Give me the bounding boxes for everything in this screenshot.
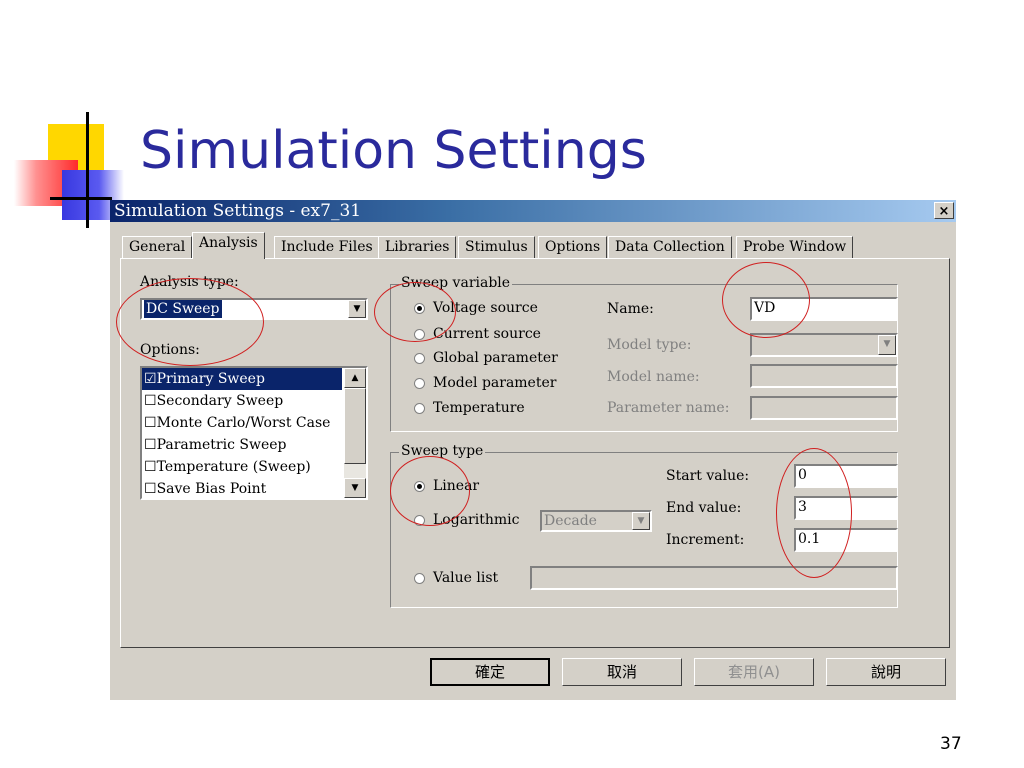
radio-value-list[interactable]: Value list — [414, 570, 498, 586]
list-item[interactable]: ☐Parametric Sweep — [142, 434, 342, 456]
cancel-button[interactable]: 取消 — [562, 658, 682, 686]
help-button[interactable]: 說明 — [826, 658, 946, 686]
annotation-circle-voltage-source — [374, 282, 456, 342]
slide-title: Simulation Settings — [140, 121, 647, 181]
radio-icon[interactable] — [414, 377, 425, 389]
scroll-up-icon[interactable]: ▲ — [344, 368, 366, 388]
radio-model-parameter[interactable]: Model parameter — [414, 375, 556, 391]
start-value-label: Start value: — [666, 468, 750, 484]
options-listbox[interactable]: ☑Primary Sweep ☐Secondary Sweep ☐Monte C… — [140, 366, 368, 500]
list-item[interactable]: ☐Temperature (Sweep) — [142, 456, 342, 478]
close-button[interactable]: × — [934, 202, 954, 219]
tab-options[interactable]: Options — [538, 236, 608, 258]
end-value-label: End value: — [666, 500, 742, 516]
decor-vertical-line — [86, 112, 89, 228]
annotation-circle-analysis-type — [116, 278, 264, 366]
simulation-settings-dialog: Simulation Settings - ex7_31 × General A… — [110, 200, 956, 700]
page-number: 37 — [940, 734, 962, 754]
checkbox-icon[interactable]: ☑ — [144, 371, 157, 387]
annotation-circle-name — [722, 262, 810, 338]
decor-horizontal-line — [50, 197, 112, 200]
radio-icon[interactable] — [414, 352, 425, 364]
list-item[interactable]: ☑Primary Sweep — [142, 368, 342, 390]
checkbox-icon[interactable]: ☐ — [144, 393, 157, 409]
sweep-type-title: Sweep type — [399, 443, 486, 459]
name-label: Name: — [607, 301, 654, 317]
checkbox-icon[interactable]: ☐ — [144, 415, 157, 431]
dropdown-arrow-icon[interactable]: ▼ — [632, 512, 650, 530]
log-scale-select[interactable]: Decade ▼ — [540, 510, 652, 532]
scroll-down-icon[interactable]: ▼ — [344, 478, 366, 498]
parameter-name-label: Parameter name: — [607, 400, 730, 416]
tab-include-files[interactable]: Include Files — [274, 236, 380, 258]
tab-data-collection[interactable]: Data Collection — [608, 236, 732, 258]
options-scrollbar[interactable]: ▲ ▼ — [344, 368, 366, 498]
radio-icon[interactable] — [414, 402, 425, 414]
radio-icon[interactable] — [414, 572, 425, 584]
radio-global-parameter[interactable]: Global parameter — [414, 350, 558, 366]
radio-temperature[interactable]: Temperature — [414, 400, 525, 416]
tab-analysis[interactable]: Analysis — [192, 232, 265, 259]
apply-button[interactable]: 套用(A) — [694, 658, 814, 686]
model-name-label: Model name: — [607, 369, 700, 385]
tab-general[interactable]: General — [122, 236, 193, 258]
value-list-input[interactable] — [530, 566, 898, 590]
tab-stimulus[interactable]: Stimulus — [458, 236, 535, 258]
model-name-input[interactable] — [750, 364, 898, 388]
ok-button[interactable]: 確定 — [430, 658, 550, 686]
checkbox-icon[interactable]: ☐ — [144, 459, 157, 475]
scroll-thumb[interactable] — [344, 388, 366, 464]
dialog-title: Simulation Settings - ex7_31 — [114, 201, 362, 221]
increment-label: Increment: — [666, 532, 745, 548]
dialog-titlebar[interactable]: Simulation Settings - ex7_31 × — [110, 200, 956, 222]
list-item[interactable]: ☐Save Bias Point — [142, 478, 342, 500]
close-icon: × — [938, 204, 950, 219]
model-type-label: Model type: — [607, 337, 692, 353]
dropdown-arrow-icon[interactable]: ▼ — [878, 335, 896, 355]
dropdown-arrow-icon[interactable]: ▼ — [348, 300, 366, 318]
parameter-name-input[interactable] — [750, 396, 898, 420]
annotation-circle-values — [776, 448, 852, 578]
checkbox-icon[interactable]: ☐ — [144, 481, 157, 497]
checkbox-icon[interactable]: ☐ — [144, 437, 157, 453]
list-item[interactable]: ☐Monte Carlo/Worst Case — [142, 412, 342, 434]
annotation-circle-linear — [390, 456, 470, 526]
list-item[interactable]: ☐Secondary Sweep — [142, 390, 342, 412]
log-scale-value: Decade — [544, 513, 597, 529]
tab-libraries[interactable]: Libraries — [378, 236, 457, 258]
tab-probe-window[interactable]: Probe Window — [736, 236, 854, 258]
